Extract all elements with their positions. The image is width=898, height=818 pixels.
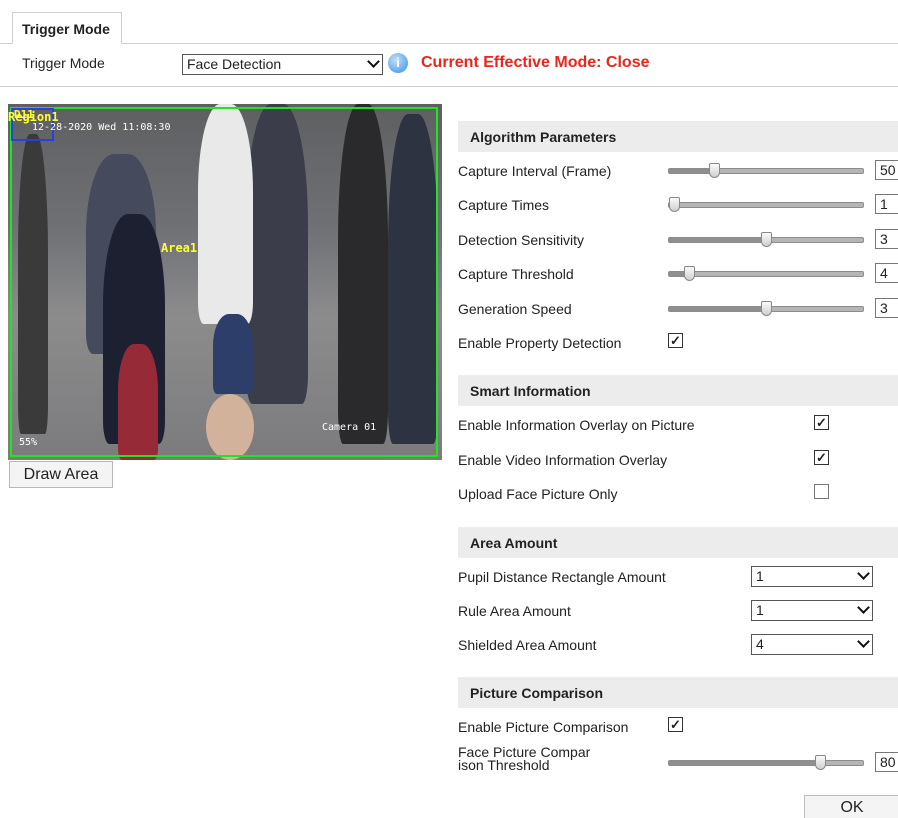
comparison-threshold-input[interactable]: 80 [875, 752, 898, 772]
area-amount-header: Area Amount [458, 527, 898, 558]
property-detection-label: Enable Property Detection [458, 335, 622, 351]
detection-area-border [10, 107, 438, 457]
draw-area-button[interactable]: Draw Area [9, 461, 113, 488]
slider-thumb[interactable] [761, 301, 772, 316]
overlay-on-picture-label: Enable Information Overlay on Picture [458, 417, 695, 433]
property-detection-checkbox[interactable]: ✓ [668, 333, 683, 348]
shielded-area-amount-select[interactable]: 4 [751, 634, 873, 655]
slider-thumb[interactable] [684, 266, 695, 281]
detection-sensitivity-input[interactable]: 3 [875, 229, 898, 249]
enable-comparison-checkbox[interactable]: ✓ [668, 717, 683, 732]
comparison-threshold-label-line2: ison Threshold [458, 757, 550, 773]
detection-sensitivity-label: Detection Sensitivity [458, 232, 585, 248]
upload-face-only-label: Upload Face Picture Only [458, 486, 618, 502]
pupil-distance-amount-select[interactable]: 1 [751, 566, 873, 587]
live-video-view[interactable]: Region1 D11 12-28-2020 Wed 11:08:30 Area… [8, 104, 442, 460]
pupil-distance-amount-value: 1 [756, 568, 764, 584]
rule-area-amount-label: Rule Area Amount [458, 603, 571, 619]
camera-label: Camera 01 [322, 422, 377, 433]
generation-speed-slider[interactable] [668, 301, 864, 316]
trigger-mode-value: Face Detection [187, 56, 282, 72]
help-icon[interactable]: i [388, 53, 408, 73]
area-label: Area1 [161, 241, 198, 255]
capture-threshold-slider[interactable] [668, 266, 864, 281]
ok-button[interactable]: OK [804, 795, 898, 818]
video-overlay-checkbox[interactable]: ✓ [814, 450, 829, 465]
rule-area-amount-value: 1 [756, 602, 764, 618]
generation-speed-label: Generation Speed [458, 301, 572, 317]
capture-threshold-label: Capture Threshold [458, 266, 574, 282]
rule-area-amount-select[interactable]: 1 [751, 600, 873, 621]
trigger-mode-select[interactable]: Face Detection [182, 54, 383, 75]
box-label: D11 [14, 108, 34, 121]
capture-interval-slider[interactable] [668, 163, 864, 178]
slider-thumb[interactable] [761, 232, 772, 247]
slider-thumb[interactable] [669, 197, 680, 212]
trigger-mode-label: Trigger Mode [22, 55, 105, 71]
shielded-area-amount-value: 4 [756, 636, 764, 652]
comparison-threshold-label: Face Picture Compar ison Threshold [458, 745, 590, 773]
video-timestamp: 12-28-2020 Wed 11:08:30 [32, 122, 171, 133]
capture-times-label: Capture Times [458, 197, 550, 213]
effective-mode-status: Current Effective Mode: Close [421, 54, 650, 71]
picture-comparison-header: Picture Comparison [458, 677, 898, 708]
chevron-down-icon [367, 55, 380, 68]
chevron-down-icon [857, 567, 870, 580]
shielded-area-amount-label: Shielded Area Amount [458, 637, 597, 653]
tab-divider [0, 43, 898, 44]
slider-thumb[interactable] [709, 163, 720, 178]
overlay-on-picture-checkbox[interactable]: ✓ [814, 415, 829, 430]
capture-times-input[interactable]: 1 [875, 194, 898, 214]
chevron-down-icon [857, 635, 870, 648]
algorithm-parameters-header: Algorithm Parameters [458, 121, 898, 152]
capture-interval-input[interactable]: 50 [875, 160, 898, 180]
capture-threshold-input[interactable]: 4 [875, 263, 898, 283]
video-overlay-label: Enable Video Information Overlay [458, 452, 668, 468]
slider-thumb[interactable] [815, 755, 826, 770]
trigger-mode-row: Trigger Mode Face Detection i Current Ef… [0, 45, 898, 87]
detection-sensitivity-slider[interactable] [668, 232, 864, 247]
chevron-down-icon [857, 601, 870, 614]
capture-interval-label: Capture Interval (Frame) [458, 163, 612, 179]
enable-comparison-label: Enable Picture Comparison [458, 719, 629, 735]
bitrate-label: 55% [19, 437, 38, 448]
tab-bar: Trigger Mode [0, 0, 898, 45]
tab-trigger-mode[interactable]: Trigger Mode [12, 12, 122, 44]
smart-information-header: Smart Information [458, 375, 898, 406]
generation-speed-input[interactable]: 3 [875, 298, 898, 318]
pupil-distance-amount-label: Pupil Distance Rectangle Amount [458, 569, 666, 585]
comparison-threshold-slider[interactable] [668, 755, 864, 770]
upload-face-only-checkbox[interactable] [814, 484, 829, 499]
capture-times-slider[interactable] [668, 197, 864, 212]
